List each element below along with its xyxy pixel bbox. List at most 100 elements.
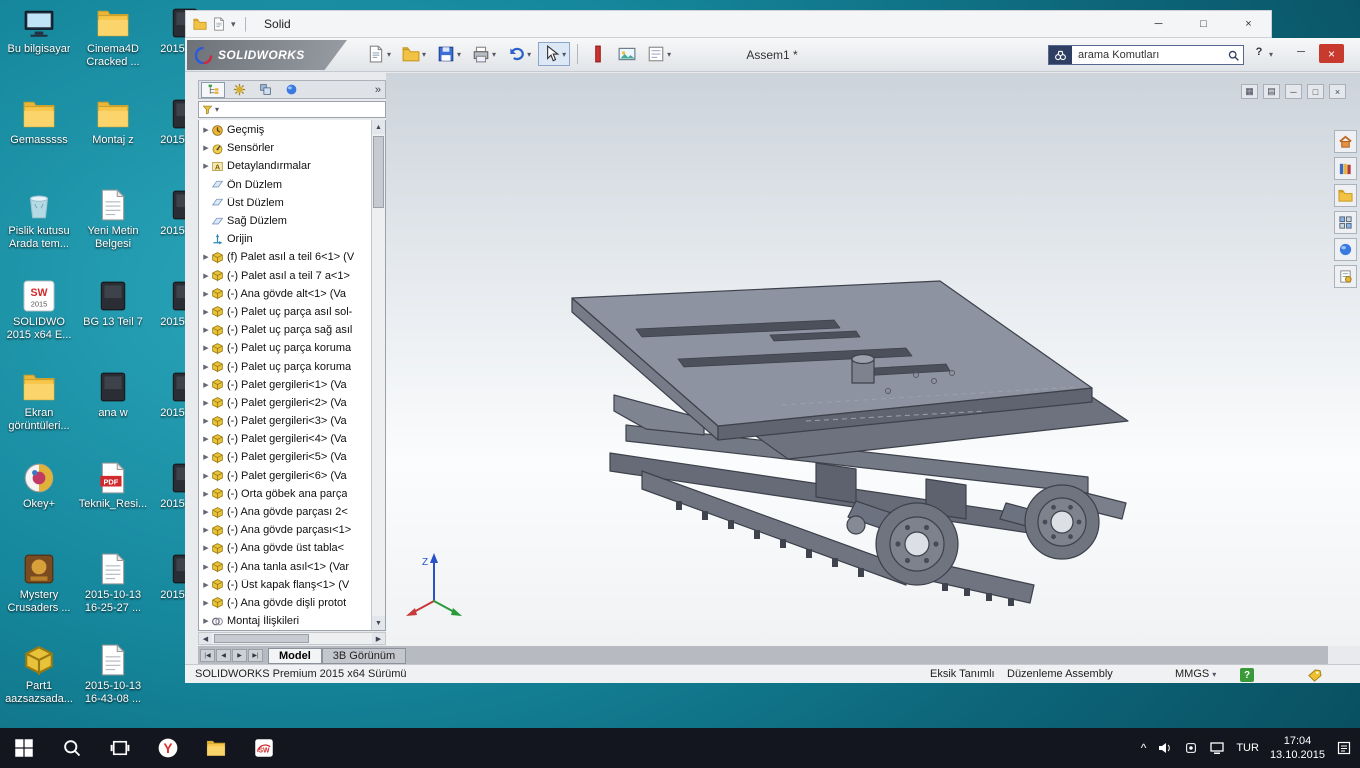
tree-item[interactable]: ▶(-) Palet gergileri<5> (Va — [199, 448, 371, 466]
scroll-down-button[interactable]: ▼ — [372, 616, 385, 630]
network-icon[interactable] — [1209, 740, 1225, 756]
language-indicator[interactable]: TUR — [1236, 742, 1259, 754]
taskpane-solidworks-resources[interactable] — [1334, 130, 1357, 153]
units-selector[interactable]: MMGS ▾ — [1175, 668, 1216, 680]
desktop-icon[interactable]: Montaj z — [76, 97, 150, 188]
tree-item[interactable]: ▶(f) Palet asıl a teil 6<1> (V — [199, 248, 371, 266]
desktop-icon[interactable]: ana w — [76, 370, 150, 461]
panel-overflow-icon[interactable]: » — [375, 84, 385, 96]
viewport-split-button[interactable]: ▦ — [1241, 84, 1258, 99]
select-button[interactable]: ▾ — [538, 42, 570, 66]
desktop-icon[interactable]: Part1 aazsazsada... — [2, 643, 76, 734]
expand-arrow-icon[interactable]: ▶ — [201, 381, 211, 389]
tree-item[interactable]: ▶Montaj İlişkileri — [199, 612, 371, 630]
desktop-icon[interactable]: 2015-10-13 16-43-08 ... — [76, 643, 150, 734]
taskpane-view-palette[interactable] — [1334, 211, 1357, 234]
expand-arrow-icon[interactable]: ▶ — [201, 544, 211, 552]
expand-arrow-icon[interactable]: ▶ — [201, 326, 211, 334]
tab-model[interactable]: Model — [268, 648, 322, 664]
cad-model[interactable]: Z — [386, 73, 1360, 646]
scrollbar-thumb[interactable] — [214, 634, 309, 643]
tab-3b-görünüm[interactable]: 3B Görünüm — [322, 648, 406, 664]
expand-arrow-icon[interactable]: ▶ — [201, 144, 211, 152]
screen-capture-button[interactable] — [614, 42, 640, 66]
expand-arrow-icon[interactable]: ▶ — [201, 472, 211, 480]
taskbar-search-button[interactable] — [48, 728, 96, 768]
tree-item[interactable]: ▶(-) Ana gövde parçası<1> — [199, 521, 371, 539]
tag-icon[interactable] — [1307, 668, 1322, 686]
tree-item[interactable]: ▶(-) Palet gergileri<3> (Va — [199, 412, 371, 430]
expand-arrow-icon[interactable]: ▶ — [201, 344, 211, 352]
open-button[interactable]: ▾ — [398, 42, 430, 66]
prev-tab-button[interactable]: ◀ — [216, 649, 231, 662]
search-scope-icon[interactable] — [1049, 46, 1072, 64]
doc-restore-button[interactable]: □ — [1307, 84, 1324, 99]
tab-propertymanager[interactable] — [227, 82, 251, 98]
folder-icon[interactable] — [193, 17, 207, 31]
save-button[interactable]: ▾ — [433, 42, 465, 66]
taskbar-yandex-browser-button[interactable] — [144, 728, 192, 768]
tab-featuremanager-tree[interactable] — [201, 82, 225, 98]
expand-arrow-icon[interactable]: ▶ — [201, 563, 211, 571]
tree-item[interactable]: Sağ Düzlem — [199, 212, 371, 230]
chevron-down-icon[interactable]: ▾ — [527, 50, 531, 59]
taskpane-appearances-scenes[interactable] — [1334, 238, 1357, 261]
chevron-down-icon[interactable]: ▾ — [231, 19, 236, 30]
maximize-button[interactable]: □ — [1181, 11, 1226, 37]
next-tab-button[interactable]: ▶ — [232, 649, 247, 662]
tree-item[interactable]: ▶(-) Palet gergileri<4> (Va — [199, 430, 371, 448]
expand-arrow-icon[interactable]: ▶ — [201, 399, 211, 407]
taskbar-start-button[interactable] — [0, 728, 48, 768]
taskbar-task-view-button[interactable] — [96, 728, 144, 768]
print-button[interactable]: ▾ — [468, 42, 500, 66]
expand-arrow-icon[interactable]: ▶ — [201, 308, 211, 316]
scroll-left-button[interactable]: ◀ — [199, 633, 212, 644]
desktop-icon[interactable]: 2015-10-13 16-25-27 ... — [76, 552, 150, 643]
assembly-geometry[interactable] — [572, 281, 1128, 606]
desktop-icon[interactable]: Pislik kutusu Arada tem... — [2, 188, 76, 279]
desktop-icon[interactable]: Gemasssss — [2, 97, 76, 188]
expand-arrow-icon[interactable]: ▶ — [201, 290, 211, 298]
tray-app-icon[interactable] — [1184, 741, 1198, 755]
desktop-icon[interactable]: Okey+ — [2, 461, 76, 552]
viewport-cascade-button[interactable]: ▤ — [1263, 84, 1280, 99]
tree-item[interactable]: Ön Düzlem — [199, 176, 371, 194]
desktop-icon[interactable]: SOLIDWO 2015 x64 E... — [2, 279, 76, 370]
chevron-down-icon[interactable]: ▾ — [667, 50, 671, 59]
desktop-icon[interactable]: Cinema4D Cracked ... — [76, 6, 150, 97]
clock[interactable]: 17:04 13.10.2015 — [1270, 734, 1325, 763]
desktop-icon[interactable]: Ekran görüntüleri... — [2, 370, 76, 461]
tree-item[interactable]: ▶(-) Ana gövde üst tabla< — [199, 539, 371, 557]
tree-vertical-scrollbar[interactable]: ▲ ▼ — [371, 120, 385, 630]
undo-button[interactable]: ▾ — [503, 42, 535, 66]
tree-item[interactable]: ▶(-) Ana gövde parçası 2< — [199, 503, 371, 521]
expand-arrow-icon[interactable]: ▶ — [201, 435, 211, 443]
desktop-icon[interactable]: BG 13 Teil 7 — [76, 279, 150, 370]
tree-horizontal-scrollbar[interactable]: ◀ ▶ — [198, 632, 386, 645]
help-button[interactable]: ? — [1251, 46, 1267, 62]
search-go-button[interactable] — [1223, 49, 1243, 62]
taskpane-design-library[interactable] — [1334, 157, 1357, 180]
tree-item[interactable]: ▶Sensörler — [199, 139, 371, 157]
chevron-down-icon[interactable]: ▾ — [457, 50, 461, 59]
scroll-up-button[interactable]: ▲ — [372, 120, 385, 134]
volume-icon[interactable] — [1157, 740, 1173, 756]
window-minimize-button[interactable]: ─ — [1291, 46, 1311, 58]
expand-arrow-icon[interactable]: ▶ — [201, 272, 211, 280]
options-sheet-button[interactable]: ▾ — [643, 42, 675, 66]
action-center-icon[interactable] — [1336, 740, 1352, 756]
explorer-window-titlebar[interactable]: ▾ │ Solid ─ □ × — [185, 10, 1272, 38]
expand-arrow-icon[interactable]: ▶ — [201, 162, 211, 170]
scrollbar-thumb[interactable] — [373, 136, 384, 208]
tab-dimxpertmanager[interactable] — [279, 82, 303, 98]
taskpane-custom-properties[interactable] — [1334, 265, 1357, 288]
command-search[interactable]: arama Komutları — [1048, 45, 1244, 65]
expand-arrow-icon[interactable]: ▶ — [201, 126, 211, 134]
window-close-button[interactable]: × — [1319, 44, 1344, 63]
expand-arrow-icon[interactable]: ▶ — [201, 417, 211, 425]
tree-item[interactable]: ▶(-) Palet uç parça koruma — [199, 357, 371, 375]
last-tab-button[interactable]: ▶| — [248, 649, 263, 662]
tree-item[interactable]: ▶(-) Palet uç parça sağ asıl — [199, 321, 371, 339]
idler-wheel[interactable] — [876, 503, 958, 585]
tree-item[interactable]: ▶(-) Ana gövde alt<1> (Va — [199, 285, 371, 303]
